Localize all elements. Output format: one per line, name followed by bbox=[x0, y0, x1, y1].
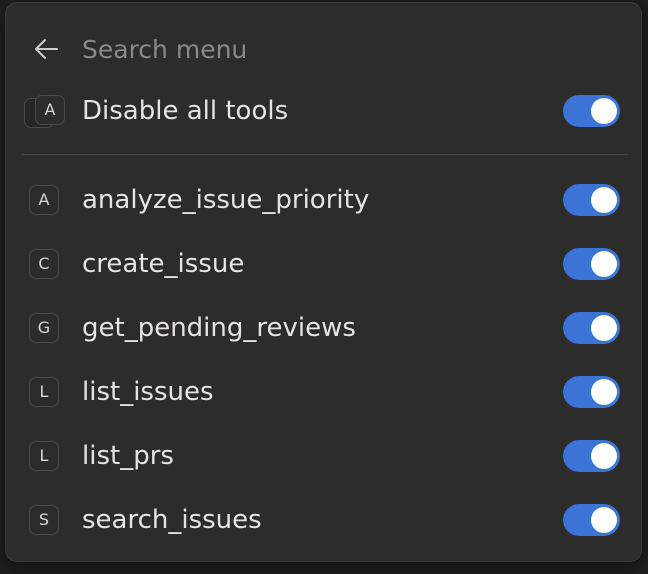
toggle-knob bbox=[591, 98, 617, 124]
tool-toggle-analyze-issue-priority[interactable] bbox=[563, 184, 620, 216]
tool-row-create-issue[interactable]: C create_issue bbox=[6, 237, 641, 293]
toggle-knob bbox=[591, 251, 617, 277]
backdrop-edge bbox=[641, 60, 648, 100]
tool-badge: L bbox=[29, 377, 59, 407]
tool-badge: L bbox=[29, 441, 59, 471]
tool-name: search_issues bbox=[82, 505, 262, 535]
tool-badge: A bbox=[29, 185, 59, 215]
tool-name: list_issues bbox=[82, 377, 214, 407]
toggle-knob bbox=[591, 315, 617, 341]
tool-name: create_issue bbox=[82, 249, 245, 279]
tool-toggle-list-prs[interactable] bbox=[563, 440, 620, 472]
master-badge: A bbox=[35, 95, 65, 125]
disable-all-tools-row[interactable]: A Disable all tools bbox=[6, 84, 641, 140]
tool-toggle-create-issue[interactable] bbox=[563, 248, 620, 280]
toggle-knob bbox=[591, 187, 617, 213]
tool-row-search-issues[interactable]: S search_issues bbox=[6, 493, 641, 549]
tool-name: get_pending_reviews bbox=[82, 313, 356, 343]
tool-toggle-search-issues[interactable] bbox=[563, 504, 620, 536]
disable-all-tools-toggle[interactable] bbox=[563, 95, 620, 127]
tool-toggle-list-issues[interactable] bbox=[563, 376, 620, 408]
tool-name: list_prs bbox=[82, 441, 174, 471]
tools-menu: A Disable all tools A analyze_issue_prio… bbox=[5, 2, 642, 562]
disable-all-tools-label: Disable all tools bbox=[82, 96, 289, 126]
tool-badge: C bbox=[29, 249, 59, 279]
arrow-left-icon[interactable] bbox=[32, 35, 60, 63]
divider bbox=[22, 154, 628, 155]
toggle-knob bbox=[591, 443, 617, 469]
tool-badge: S bbox=[29, 505, 59, 535]
tool-toggle-get-pending-reviews[interactable] bbox=[563, 312, 620, 344]
tool-badge: G bbox=[29, 313, 59, 343]
tool-row-list-prs[interactable]: L list_prs bbox=[6, 429, 641, 485]
toggle-knob bbox=[591, 507, 617, 533]
tool-name: analyze_issue_priority bbox=[82, 185, 370, 215]
search-row bbox=[6, 3, 641, 93]
toggle-knob bbox=[591, 379, 617, 405]
tool-row-list-issues[interactable]: L list_issues bbox=[6, 365, 641, 421]
tool-row-get-pending-reviews[interactable]: G get_pending_reviews bbox=[6, 301, 641, 357]
tool-row-analyze-issue-priority[interactable]: A analyze_issue_priority bbox=[6, 173, 641, 229]
search-input[interactable] bbox=[82, 29, 602, 69]
